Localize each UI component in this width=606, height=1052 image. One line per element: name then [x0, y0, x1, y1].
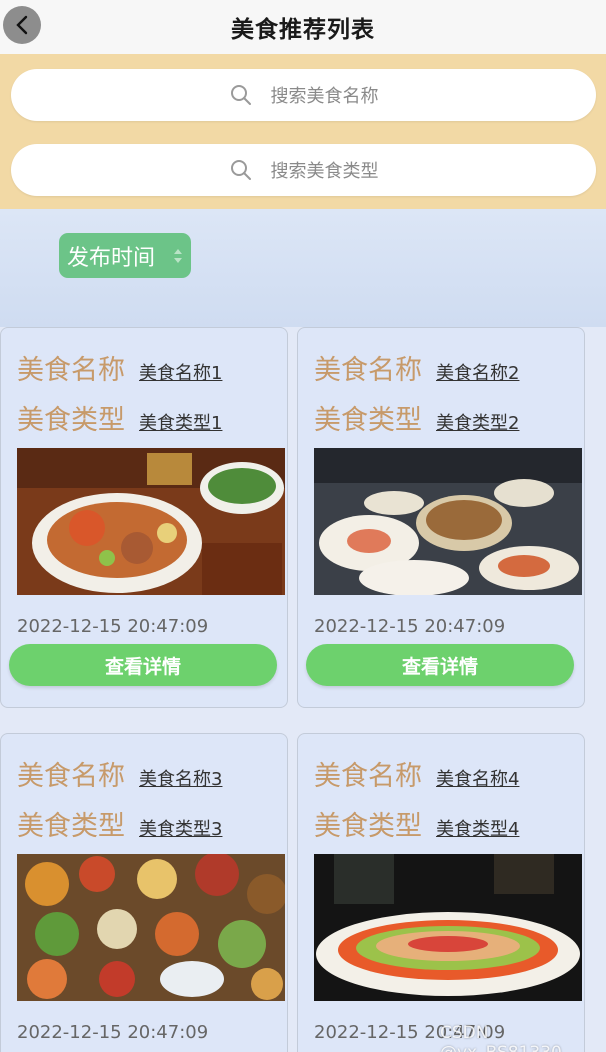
food-image	[314, 448, 582, 595]
type-row: 美食类型 美食类型4	[314, 804, 519, 843]
publish-date: 2022-12-15 20:47:09	[17, 616, 209, 637]
type-key: 美食类型	[17, 405, 125, 436]
sort-arrows-icon	[174, 249, 182, 263]
search-name-placeholder: 搜索美食名称	[270, 86, 379, 107]
back-button[interactable]	[3, 6, 41, 44]
food-type: 美食类型1	[139, 413, 223, 434]
sort-label: 发布时间	[67, 245, 156, 271]
name-row: 美食名称 美食名称2	[314, 348, 519, 387]
food-type: 美食类型4	[436, 819, 520, 840]
food-card[interactable]: 美食名称 美食名称4 美食类型 美食类型4 2022-12-15 20:47:0…	[297, 733, 585, 1052]
name-row: 美食名称 美食名称1	[17, 348, 222, 387]
food-name: 美食名称2	[436, 363, 520, 384]
type-row: 美食类型 美食类型1	[17, 398, 222, 437]
type-row: 美食类型 美食类型2	[314, 398, 519, 437]
publish-date: 2022-12-15 20:47:09	[314, 616, 506, 637]
search-icon	[230, 160, 251, 180]
search-icon	[230, 85, 251, 105]
food-image	[314, 854, 582, 1001]
view-detail-button[interactable]: 查看详情	[306, 644, 574, 686]
food-card[interactable]: 美食名称 美食名称3 美食类型 美食类型3 2022-12-15 20:47:0…	[0, 733, 288, 1052]
chevron-left-icon	[16, 15, 28, 35]
name-key: 美食名称	[17, 761, 125, 792]
food-name: 美食名称3	[139, 769, 223, 790]
type-row: 美食类型 美食类型3	[17, 804, 222, 843]
food-image	[17, 448, 285, 595]
food-name: 美食名称4	[436, 769, 520, 790]
food-card[interactable]: 美食名称 美食名称2 美食类型 美食类型2 2022-12-15 20:47:0…	[297, 327, 585, 708]
watermark-text: CSDN @vx_BS81330	[440, 1023, 562, 1052]
search-type-placeholder: 搜索美食类型	[270, 161, 379, 182]
top-bar: 美食推荐列表	[0, 0, 606, 54]
search-type-input[interactable]: 搜索美食类型	[11, 144, 596, 196]
page-title: 美食推荐列表	[231, 17, 375, 43]
view-detail-button[interactable]: 查看详情	[9, 644, 277, 686]
name-key: 美食名称	[17, 355, 125, 386]
food-type: 美食类型2	[436, 413, 520, 434]
sort-bar: 发布时间	[0, 209, 606, 327]
type-key: 美食类型	[314, 405, 422, 436]
food-name: 美食名称1	[139, 363, 223, 384]
name-key: 美食名称	[314, 355, 422, 386]
name-key: 美食名称	[314, 761, 422, 792]
name-row: 美食名称 美食名称4	[314, 754, 519, 793]
type-key: 美食类型	[17, 811, 125, 842]
food-image	[17, 854, 285, 1001]
food-type: 美食类型3	[139, 819, 223, 840]
food-card[interactable]: 美食名称 美食名称1 美食类型 美食类型1 2022-12-15 20:47:0…	[0, 327, 288, 708]
sort-by-time-button[interactable]: 发布时间	[59, 233, 191, 278]
type-key: 美食类型	[314, 811, 422, 842]
publish-date: 2022-12-15 20:47:09	[17, 1022, 209, 1043]
search-panel: 搜索美食名称 搜索美食类型	[0, 54, 606, 209]
name-row: 美食名称 美食名称3	[17, 754, 222, 793]
search-name-input[interactable]: 搜索美食名称	[11, 69, 596, 121]
